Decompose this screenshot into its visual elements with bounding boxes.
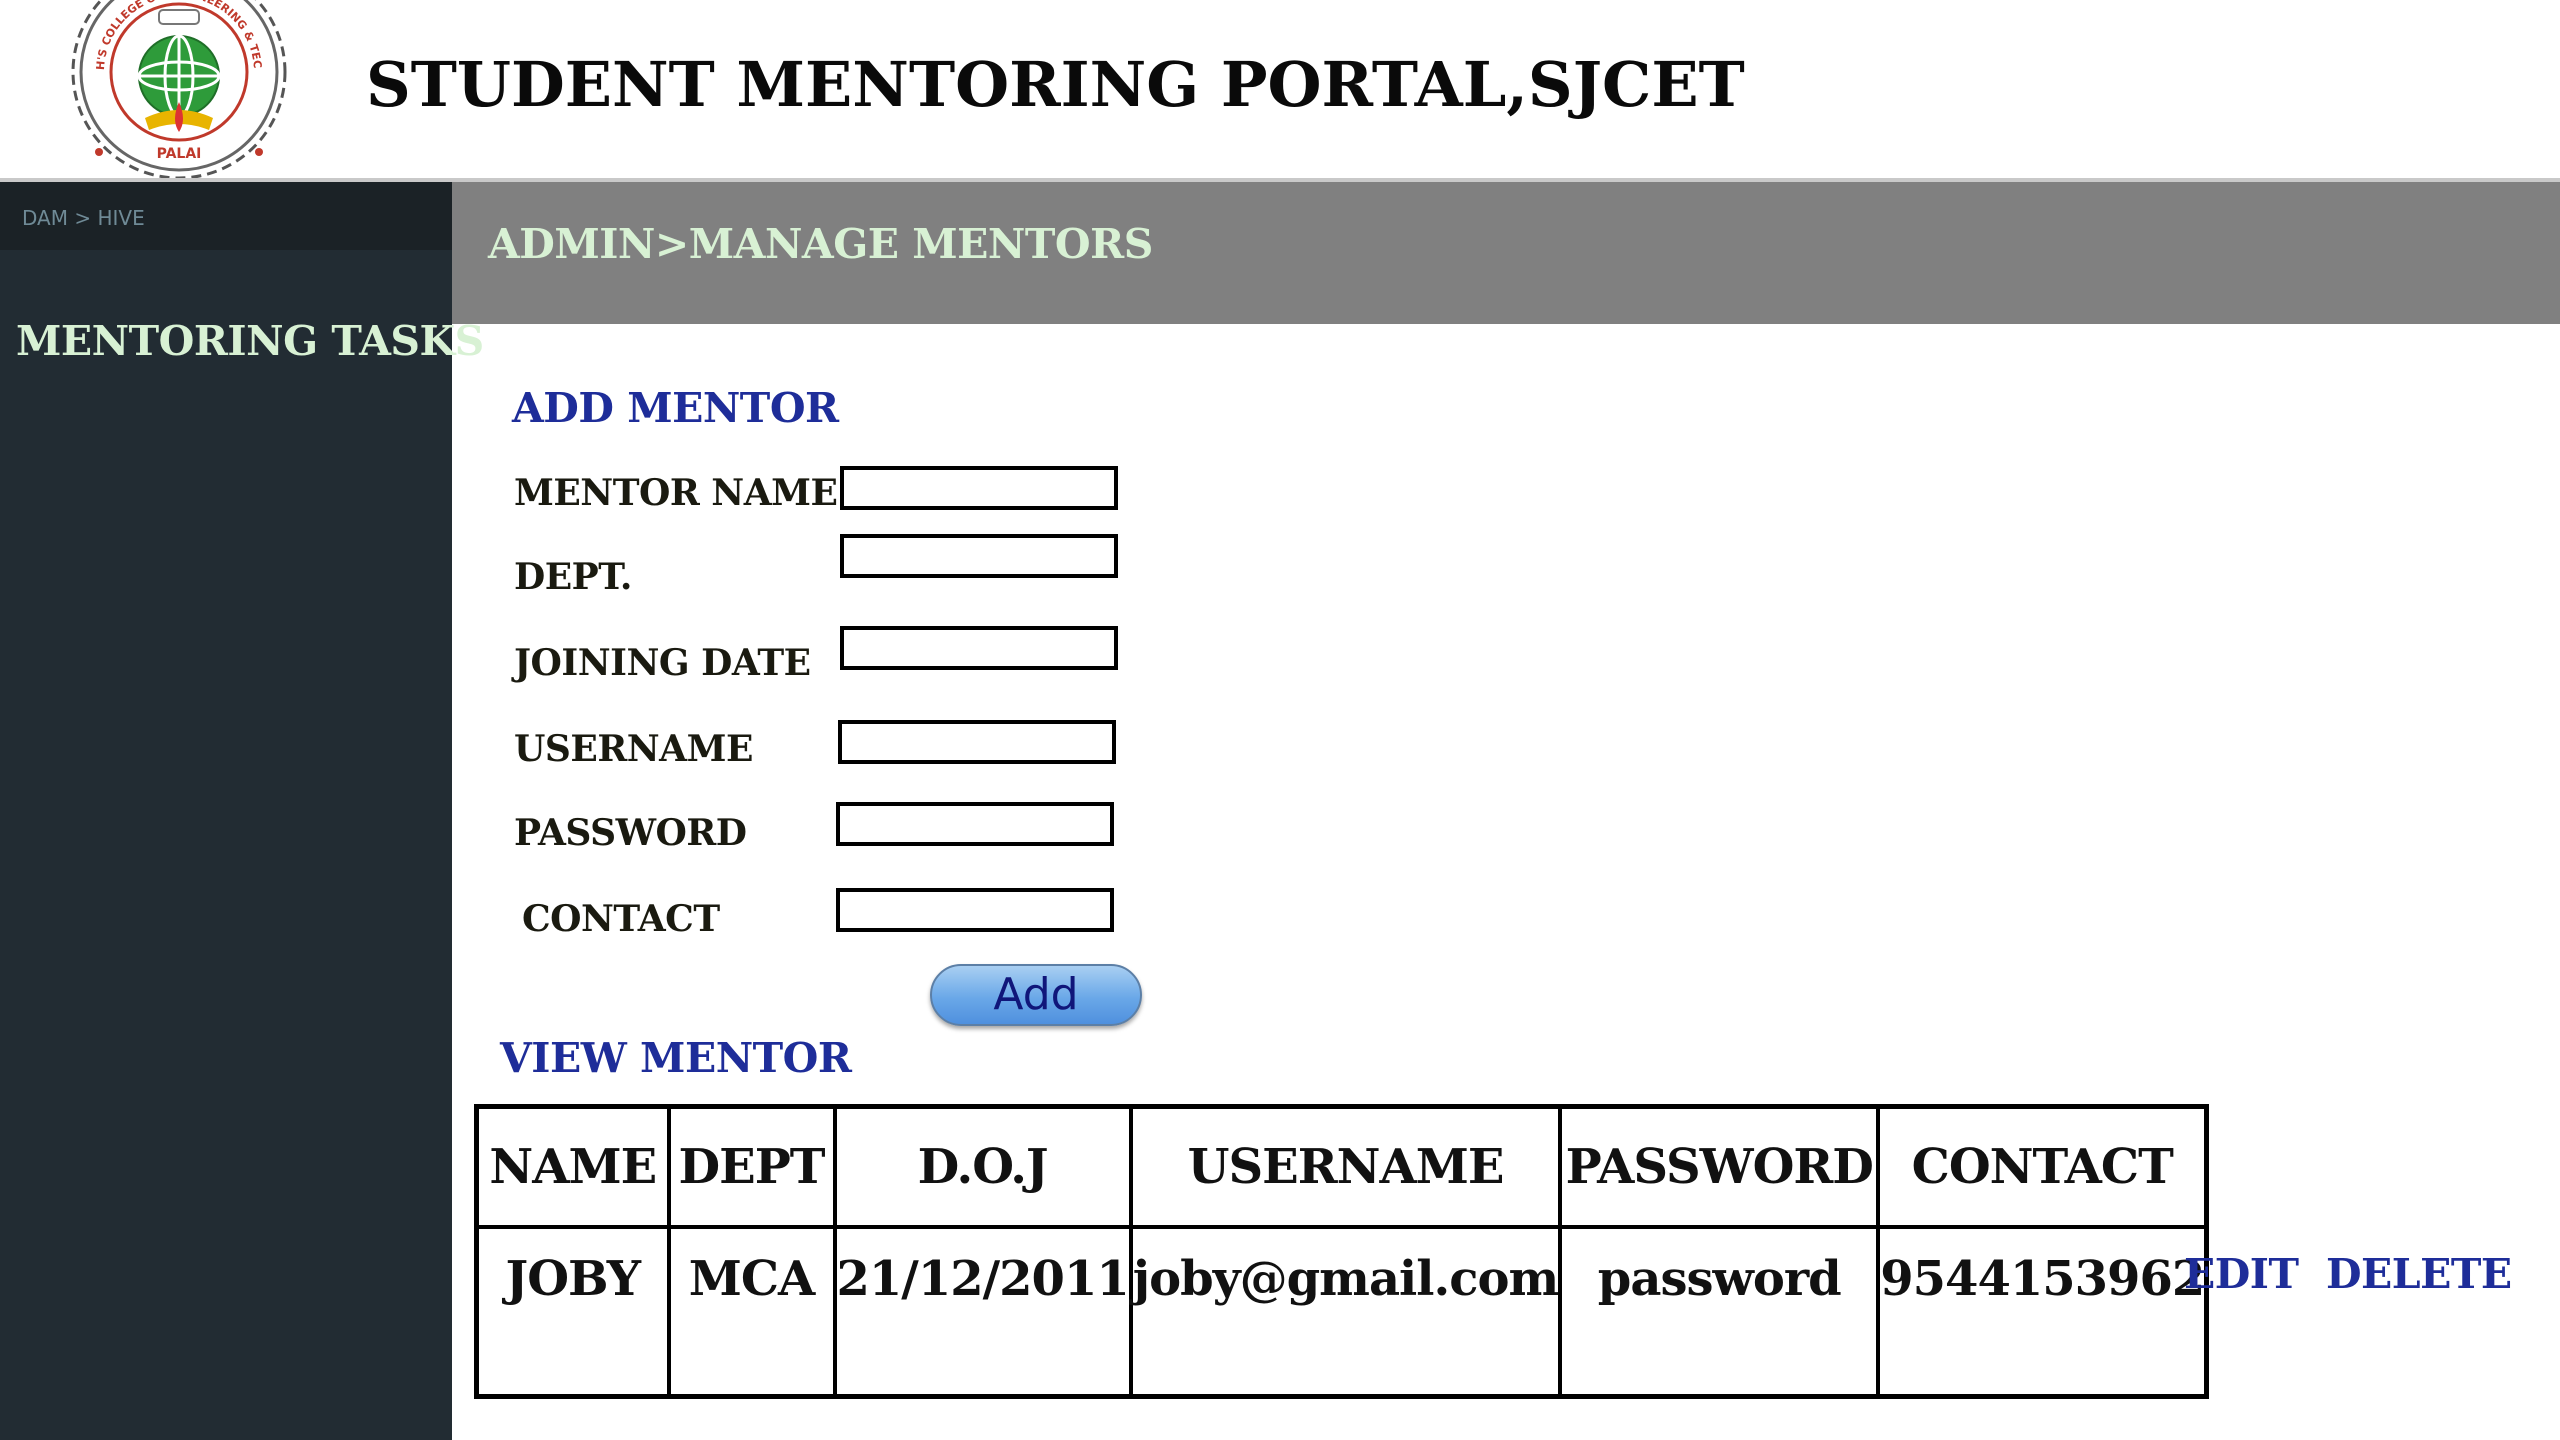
cell-dept: MCA: [666, 1224, 837, 1399]
edit-link[interactable]: EDIT: [2184, 1250, 2299, 1298]
college-logo: ST. JOSEPH'S COLLEGE OF ENGINEERING & TE…: [59, 0, 294, 180]
contact-input[interactable]: [836, 888, 1114, 932]
cell-username: joby@gmail.com: [1128, 1224, 1563, 1399]
cell-name: JOBY: [474, 1224, 671, 1399]
page-breadcrumb-title: ADMIN>MANAGE MENTORS: [488, 220, 1153, 268]
mentor-name-label: MENTOR NAME: [514, 472, 838, 514]
username-input[interactable]: [838, 720, 1116, 764]
column-header-username: USERNAME: [1128, 1104, 1563, 1229]
table-header-row: NAME DEPT D.O.J USERNAME PASSWORD CONTAC…: [474, 1104, 2209, 1229]
portal-title: STUDENT MENTORING PORTAL,SJCET: [366, 48, 1745, 121]
delete-link[interactable]: DELETE: [2326, 1250, 2512, 1298]
password-input[interactable]: [836, 802, 1114, 846]
sidebar-title[interactable]: MENTORING TASKS: [16, 317, 484, 365]
table-row: JOBY MCA 21/12/2011 joby@gmail.com passw…: [474, 1224, 2209, 1399]
column-header-doj: D.O.J: [832, 1104, 1133, 1229]
contact-label: CONTACT: [522, 898, 720, 940]
column-header-dept: DEPT: [666, 1104, 837, 1229]
logo-ring-bottom: PALAI: [157, 146, 202, 162]
breadcrumb[interactable]: DAM > HIVE: [22, 206, 145, 230]
view-mentor-heading: VIEW MENTOR: [500, 1034, 852, 1082]
joining-date-label: JOINING DATE: [514, 642, 811, 684]
cell-password: password: [1558, 1224, 1881, 1399]
username-label: USERNAME: [514, 728, 753, 770]
cell-contact: 9544153962: [1876, 1224, 2209, 1399]
dept-input[interactable]: [840, 534, 1118, 578]
column-header-password: PASSWORD: [1558, 1104, 1881, 1229]
mentor-name-input[interactable]: [840, 466, 1118, 510]
add-mentor-heading: ADD MENTOR: [512, 384, 839, 432]
page-header: ST. JOSEPH'S COLLEGE OF ENGINEERING & TE…: [0, 0, 2560, 182]
joining-date-input[interactable]: [840, 626, 1118, 670]
column-header-contact: CONTACT: [1876, 1104, 2209, 1229]
column-header-name: NAME: [474, 1104, 671, 1229]
add-mentor-button[interactable]: Add: [930, 964, 1142, 1026]
dept-label: DEPT.: [514, 556, 632, 598]
cell-doj: 21/12/2011: [832, 1224, 1133, 1399]
mentor-table: NAME DEPT D.O.J USERNAME PASSWORD CONTAC…: [474, 1104, 2210, 1399]
password-label: PASSWORD: [514, 812, 747, 854]
breadcrumb-bar: DAM > HIVE: [0, 182, 452, 250]
college-seal-globe-icon: ST. JOSEPH'S COLLEGE OF ENGINEERING & TE…: [59, 0, 287, 180]
sidebar: DAM > HIVE MENTORING TASKS: [0, 182, 484, 1440]
page-banner: ADMIN>MANAGE MENTORS: [452, 182, 2560, 324]
